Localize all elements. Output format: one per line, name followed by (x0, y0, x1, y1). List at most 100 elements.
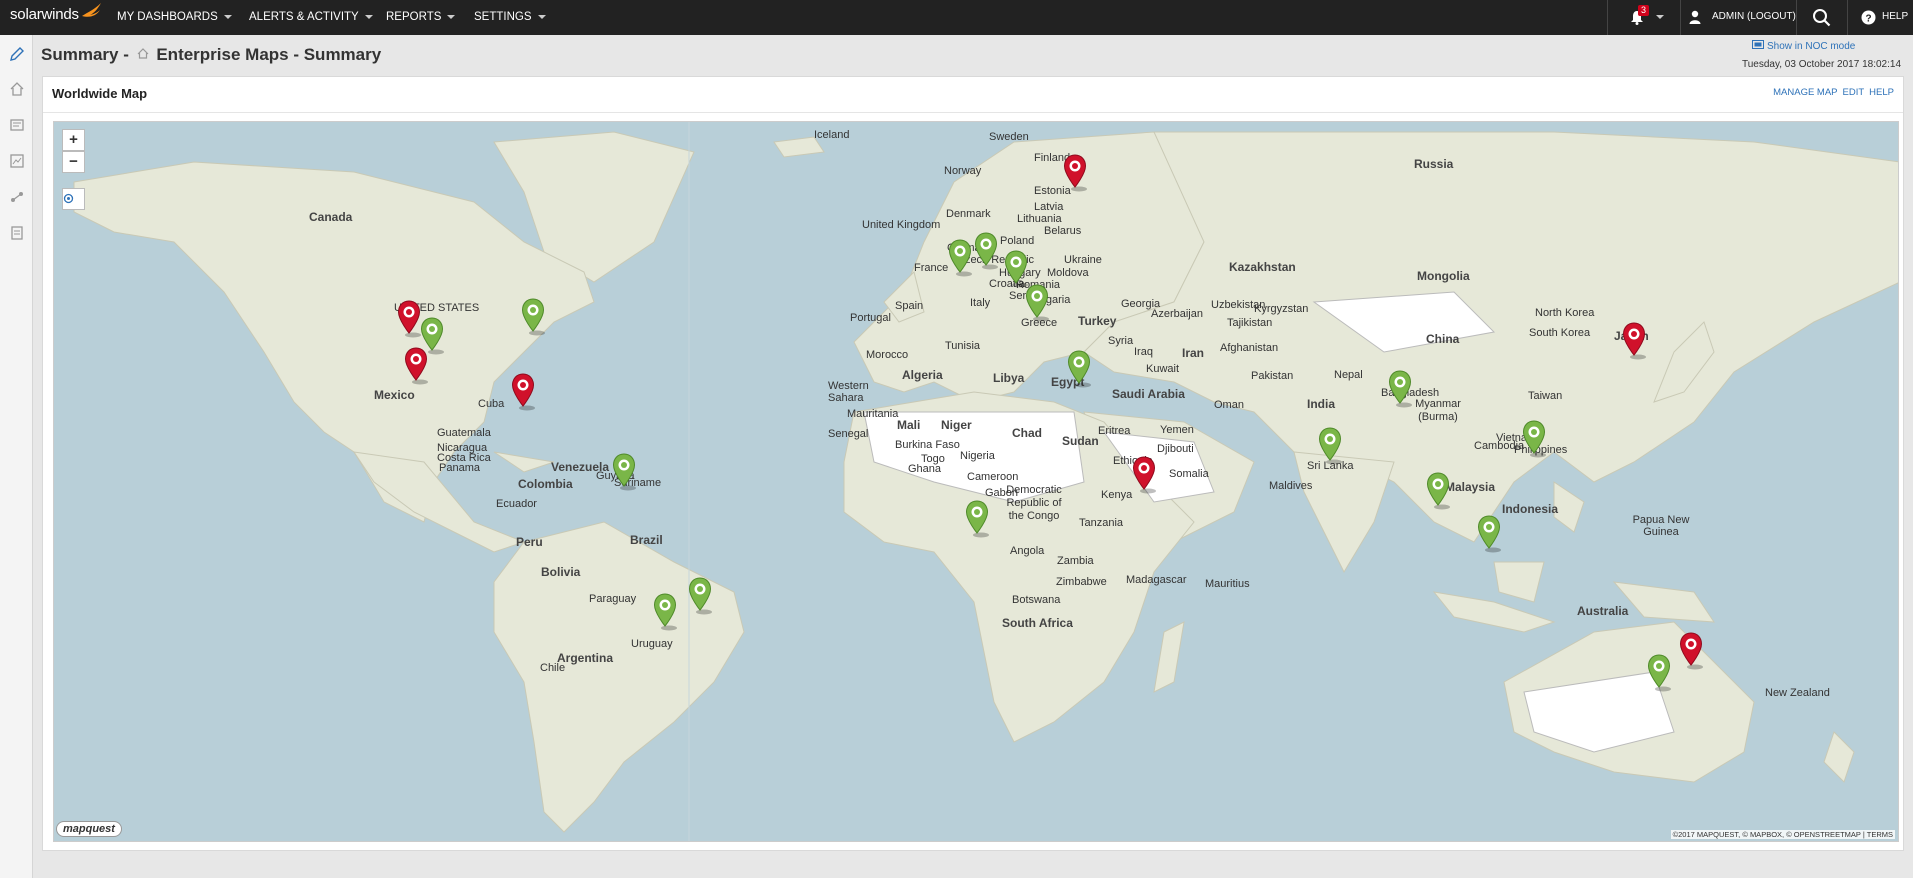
map-pin-icon (965, 500, 989, 538)
map-pin-icon (1025, 284, 1049, 322)
map-pin-icon (974, 232, 998, 270)
search-icon (1813, 9, 1831, 27)
map-pin-up[interactable] (974, 232, 998, 270)
home-icon[interactable] (9, 81, 25, 97)
landmass-cuba (493, 451, 555, 473)
map-pin-icon (688, 577, 712, 615)
nav-label: SETTINGS (474, 11, 532, 23)
search-button[interactable] (1796, 0, 1847, 35)
map-pin-icon (1132, 456, 1156, 494)
left-tool-rail (0, 35, 33, 878)
landmass-borneo (1493, 561, 1545, 603)
map-pin-icon (1004, 250, 1028, 288)
map-pin-up[interactable] (653, 593, 677, 631)
worldwide-map-widget: Worldwide Map MANAGE MAP EDIT HELP + − I… (42, 76, 1904, 851)
map-pin-icon (612, 453, 636, 491)
page-title: Summary - Enterprise Maps - Summary (41, 45, 381, 65)
map-pin-up[interactable] (948, 239, 972, 277)
landmass-indonesia (1432, 591, 1556, 633)
map-pin-icon (1477, 515, 1501, 553)
help-icon: ? (1861, 10, 1876, 25)
solarwinds-flame-icon (82, 3, 101, 17)
nav-reports[interactable]: REPORTS (386, 0, 456, 35)
zoom-out-button[interactable]: − (62, 151, 85, 173)
landmass-madagascar (1153, 621, 1185, 693)
map-pin-up[interactable] (612, 453, 636, 491)
chevron-down-icon (447, 14, 456, 19)
map-pin-up[interactable] (521, 298, 545, 336)
user-menu[interactable]: ADMIN (LOGOUT) (1680, 0, 1796, 35)
noc-mode-link[interactable]: Show in NOC mode (1752, 40, 1855, 52)
page-title-text: Enterprise Maps - Summary (156, 45, 382, 64)
map-pin-icon (653, 593, 677, 631)
map-pin-up[interactable] (965, 500, 989, 538)
map-pin-icon (1067, 350, 1091, 388)
map-pin-up[interactable] (688, 577, 712, 615)
map-pin-up[interactable] (1025, 284, 1049, 322)
locate-button[interactable] (62, 188, 85, 210)
map-pin-down[interactable] (397, 300, 421, 338)
map-pin-up[interactable] (1318, 427, 1342, 465)
map-pin-icon (1063, 154, 1087, 192)
map-pin-icon (1647, 654, 1671, 692)
pencil-icon[interactable] (9, 46, 25, 62)
notification-count-badge: 3 (1638, 5, 1650, 16)
nav-alerts-activity[interactable]: ALERTS & ACTIVITY (249, 0, 373, 35)
map-pin-down[interactable] (1063, 154, 1087, 192)
map-pin-up[interactable] (1647, 654, 1671, 692)
svg-text:?: ? (1865, 14, 1871, 25)
manage-map-link[interactable]: MANAGE MAP (1773, 87, 1837, 98)
map-pin-down[interactable] (404, 347, 428, 385)
noc-mode-label: Show in NOC mode (1767, 41, 1856, 52)
map-pin-down[interactable] (1622, 322, 1646, 360)
nav-my-dashboards[interactable]: MY DASHBOARDS (117, 0, 232, 35)
nav-label: REPORTS (386, 11, 442, 23)
map-pin-up[interactable] (1004, 250, 1028, 288)
chart-icon[interactable] (9, 153, 25, 169)
target-icon (63, 193, 74, 204)
nav-label: MY DASHBOARDS (117, 11, 218, 23)
help-button[interactable]: ? HELP (1847, 0, 1913, 35)
map-pin-icon (948, 239, 972, 277)
landmass-south-america (493, 521, 745, 833)
nav-label: ALERTS & ACTIVITY (249, 11, 359, 23)
edit-link[interactable]: EDIT (1843, 87, 1865, 98)
chevron-down-icon (1656, 15, 1664, 19)
landmass-north-america (73, 161, 595, 523)
map-pin-down[interactable] (1132, 456, 1156, 494)
map-pin-down[interactable] (1679, 632, 1703, 670)
chevron-down-icon (364, 14, 373, 19)
map-pin-icon (1679, 632, 1703, 670)
page-datetime: Tuesday, 03 October 2017 18:02:14 (1742, 59, 1901, 70)
world-map[interactable]: + − Iceland Sweden Finland Norway Russia Esto… (53, 121, 1899, 842)
map-pin-down[interactable] (511, 373, 535, 411)
map-pin-up[interactable] (1067, 350, 1091, 388)
mapquest-logo: mapquest (56, 821, 122, 837)
map-pin-icon (511, 373, 535, 411)
landmass-philippines (1553, 481, 1585, 533)
map-pin-up[interactable] (1477, 515, 1501, 553)
map-pin-up[interactable] (1426, 472, 1450, 510)
map-pin-icon (404, 347, 428, 385)
widget-title: Worldwide Map (52, 86, 148, 101)
network-icon[interactable] (9, 189, 25, 205)
nav-settings[interactable]: SETTINGS (474, 0, 546, 35)
help-label: HELP (1882, 11, 1909, 22)
map-pin-icon (1426, 472, 1450, 510)
divider (43, 112, 1903, 113)
landmass-new-guinea (1612, 581, 1715, 623)
map-pin-icon (1622, 322, 1646, 360)
report-icon[interactable] (9, 225, 25, 241)
help-link[interactable]: HELP (1869, 87, 1894, 98)
chevron-down-icon (223, 14, 232, 19)
zoom-in-button[interactable]: + (62, 129, 85, 151)
map-attribution[interactable]: ©2017 MAPQUEST, © MAPBOX, © OPENSTREETMA… (1670, 830, 1895, 839)
notifications-button[interactable]: 3 (1607, 0, 1679, 35)
map-pin-up[interactable] (1522, 420, 1546, 458)
map-pin-up[interactable] (1388, 370, 1412, 408)
map-pin-icon (1318, 427, 1342, 465)
summary-icon[interactable] (9, 117, 25, 133)
landmass-india (1293, 451, 1395, 574)
landmass-new-zealand (1823, 731, 1855, 783)
solarwinds-logo[interactable]: solarwinds (10, 3, 101, 23)
